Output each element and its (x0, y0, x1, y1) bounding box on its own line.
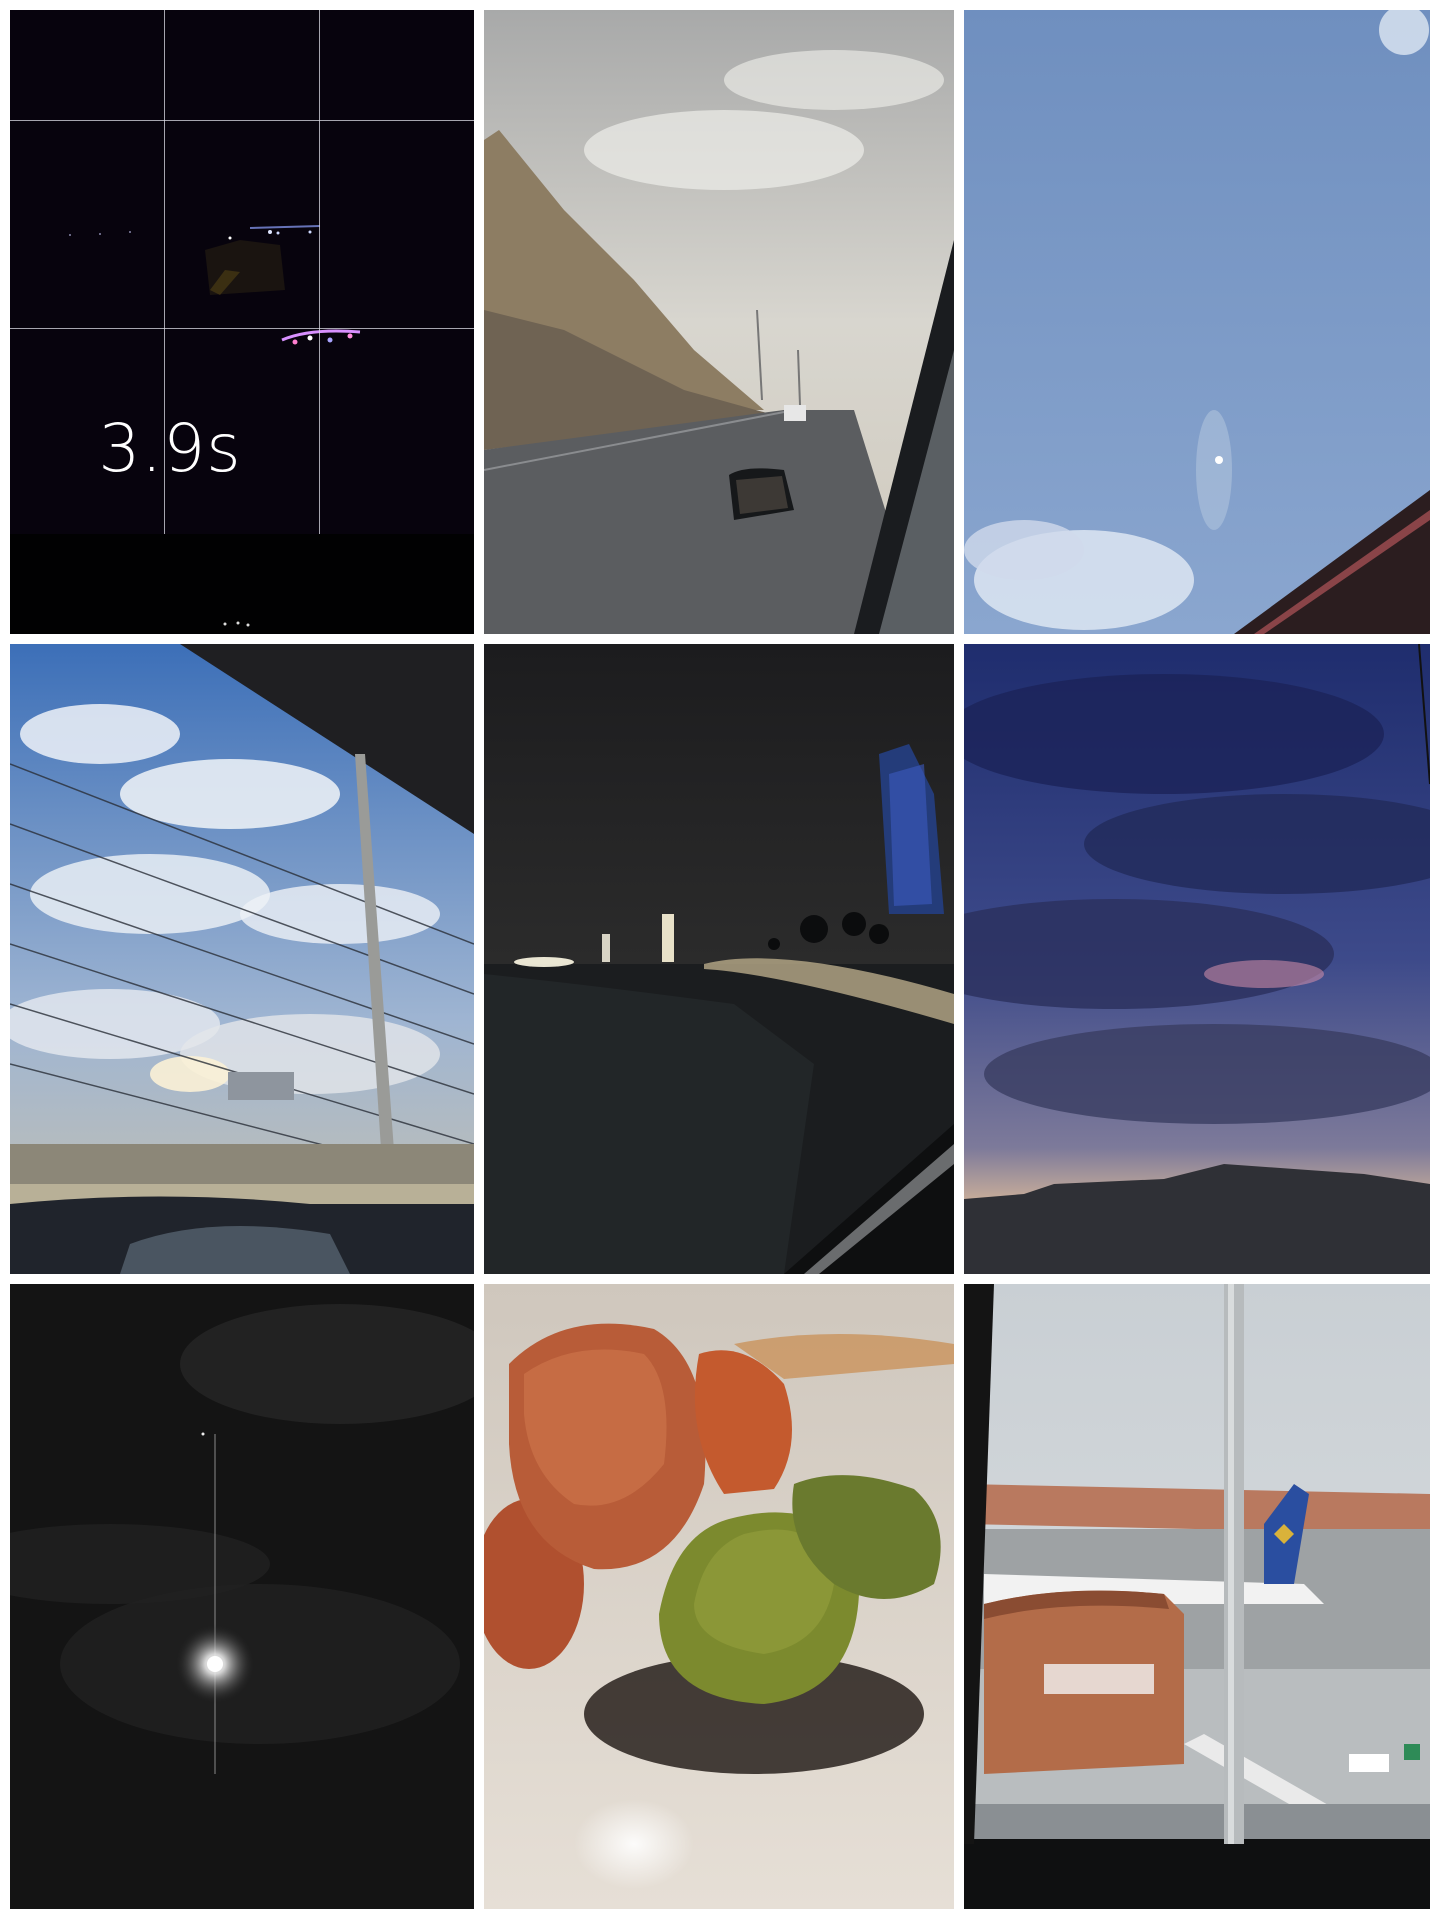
photo-cloudy-sky-window[interactable] (10, 644, 474, 1274)
blue-sky-image (964, 10, 1430, 634)
stones-image (484, 1284, 954, 1909)
dusk-sky-image (964, 644, 1430, 1274)
exposure-timer-label: 3.9s (98, 410, 242, 487)
night-skyline-image (484, 644, 954, 1274)
photo-airport-terminal[interactable] (964, 1284, 1430, 1909)
photo-night-camera-preview[interactable]: 3.9s (10, 10, 474, 634)
moon-sky-image (10, 1284, 474, 1909)
camera-grid-line (10, 328, 474, 329)
photo-blue-sky-moon[interactable] (964, 10, 1430, 634)
cloudy-sky-image (10, 644, 474, 1274)
photo-colored-stones[interactable] (484, 1284, 954, 1909)
photo-mountain-road[interactable] (484, 10, 954, 634)
photo-dusk-clouds[interactable] (964, 644, 1430, 1274)
photo-night-corniche[interactable] (484, 644, 954, 1274)
photo-night-moon[interactable] (10, 1284, 474, 1909)
photo-collage: 3.9s (0, 0, 1440, 1919)
night-scene-image (10, 10, 474, 634)
camera-grid-line (10, 120, 474, 121)
airport-image (964, 1284, 1430, 1909)
mountain-road-image (484, 10, 954, 634)
